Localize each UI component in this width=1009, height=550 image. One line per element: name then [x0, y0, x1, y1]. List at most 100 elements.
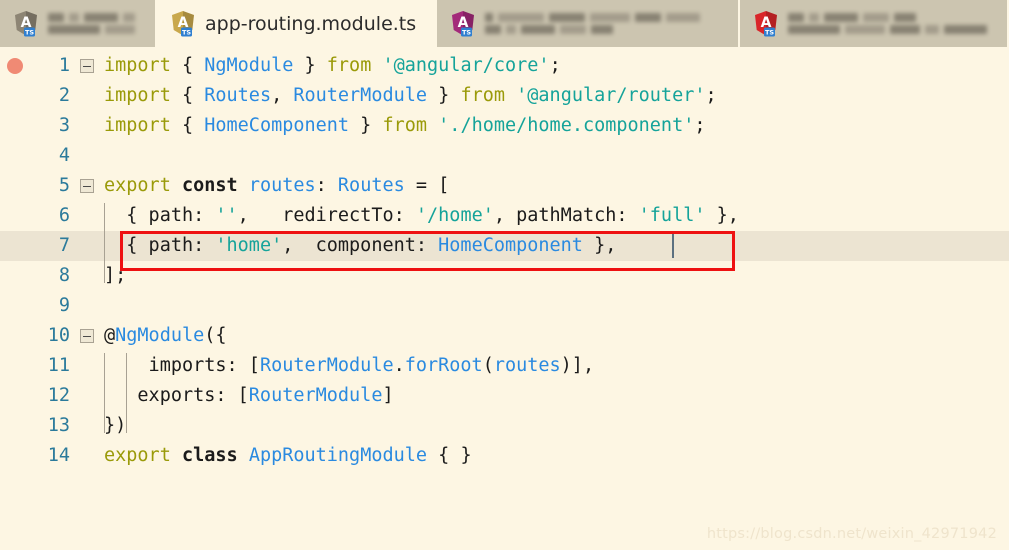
token-plain: { [181, 85, 205, 106]
code-line[interactable]: 10 @NgModule({ [0, 321, 1009, 351]
token-plain: { } [427, 445, 472, 466]
code-line[interactable]: 6 { path: '', redirectTo: '/home', pathM… [0, 201, 1009, 231]
token-kwb: const [181, 175, 238, 196]
token-plain: { path: [104, 205, 216, 226]
code-text: exports: [RouterModule] [104, 381, 394, 411]
blurred-tab-label [788, 13, 987, 34]
code-text: ]; [104, 261, 126, 291]
svg-text:TS: TS [765, 28, 774, 36]
token-var: routes [493, 355, 561, 376]
token-plain: ] [382, 385, 394, 406]
line-number: 9 [58, 295, 70, 316]
token-str: '@angular/core' [382, 55, 550, 76]
code-line[interactable]: 9 [0, 291, 1009, 321]
token-cls: RouterModule [293, 85, 428, 106]
token-plain: ( [482, 355, 494, 376]
code-text: imports: [RouterModule.forRoot(routes)], [104, 351, 595, 381]
token-str: '@angular/router' [516, 85, 706, 106]
tab-label: app-routing.module.ts [205, 12, 417, 35]
token-kw: export [104, 445, 182, 466]
code-text: export const routes: Routes = [ [104, 171, 449, 201]
token-var: routes [248, 175, 316, 196]
line-number: 8 [58, 265, 70, 286]
token-kw: import [104, 85, 182, 106]
line-number: 3 [58, 115, 70, 136]
token-str: './home/home.component' [438, 115, 695, 136]
blurred-tab-label [48, 13, 135, 34]
token-plain: ]; [104, 265, 127, 286]
token-plain: }) [104, 415, 127, 436]
line-number: 7 [58, 235, 70, 256]
token-str: '/home' [415, 205, 494, 226]
tab-app-routing-module-ts[interactable]: ATSapp-routing.module.ts✖ [157, 0, 455, 47]
token-plain: , redirectTo: [237, 205, 416, 226]
tab-blurred-0[interactable]: A TS [0, 0, 157, 47]
token-cls: Routes [337, 175, 405, 196]
code-line[interactable]: 1 import { NgModule } from '@angular/core… [0, 51, 1009, 81]
line-number: 5 [58, 175, 70, 196]
token-kw: from [382, 115, 428, 136]
code-text: }) [104, 411, 126, 441]
fold-collapse-icon[interactable] [80, 329, 94, 343]
token-plain: }, [705, 205, 739, 226]
token-plain: : [315, 175, 338, 196]
code-text: import { HomeComponent } from './home/ho… [104, 111, 706, 141]
code-line[interactable]: 3 import { HomeComponent } from './home/h… [0, 111, 1009, 141]
fold-collapse-icon[interactable] [80, 179, 94, 193]
line-number: 13 [47, 415, 70, 436]
code-line[interactable]: 13}) [0, 411, 1009, 441]
code-text: @NgModule({ [104, 321, 227, 351]
code-content[interactable]: 1 import { NgModule } from '@angular/core… [0, 47, 1009, 550]
code-line[interactable]: 11 imports: [RouterModule.forRoot(routes… [0, 351, 1009, 381]
token-plain: } [349, 115, 383, 136]
token-plain: ; [694, 115, 706, 136]
code-text: import { NgModule } from '@angular/core'… [104, 51, 561, 81]
line-number: 12 [47, 385, 70, 406]
token-cls: Routes [204, 85, 272, 106]
token-kw: import [104, 55, 182, 76]
token-plain: }, [582, 235, 617, 256]
code-line[interactable]: 7 { path: 'home', component: HomeCompone… [0, 231, 1009, 261]
token-kwb: class [181, 445, 238, 466]
token-plain: ; [549, 55, 561, 76]
svg-text:TS: TS [182, 28, 191, 36]
token-plain: ({ [204, 325, 227, 346]
code-editor[interactable]: 1 import { NgModule } from '@angular/core… [0, 47, 1009, 550]
fold-collapse-icon[interactable] [80, 59, 94, 73]
code-line[interactable]: 14 export class AppRoutingModule { } [0, 441, 1009, 471]
svg-text:TS: TS [462, 28, 471, 36]
token-plain: } [427, 85, 461, 106]
angular-ts-icon: ATS [172, 10, 194, 36]
blurred-tab-label [485, 13, 700, 34]
ide-window: ATSATSapp-routing.module.ts✖ATSATS 1impo… [0, 0, 1009, 550]
code-line[interactable]: 12 exports: [RouterModule] [0, 381, 1009, 411]
token-plain: @ [104, 325, 116, 346]
token-fn: forRoot [404, 355, 483, 376]
tab-blurred-3[interactable]: A TS [740, 0, 1009, 47]
code-line[interactable]: 2 import { Routes, RouterModule } from '@… [0, 81, 1009, 111]
token-plain: imports: [ [104, 355, 260, 376]
token-plain: { [181, 115, 205, 136]
token-str: 'home' [215, 235, 283, 256]
code-text: import { Routes, RouterModule } from '@a… [104, 81, 717, 111]
text-caret [672, 234, 674, 258]
token-cls: NgModule [115, 325, 205, 346]
line-number: 6 [58, 205, 70, 226]
token-plain: )], [560, 355, 595, 376]
code-text: { path: 'home', component: HomeComponent… [104, 231, 616, 261]
token-plain: , [271, 85, 294, 106]
code-line[interactable]: 4 [0, 141, 1009, 171]
code-line[interactable]: 8]; [0, 261, 1009, 291]
line-number: 14 [47, 445, 70, 466]
tab-blurred-2[interactable]: A TS [437, 0, 740, 47]
token-cls: HomeComponent [438, 235, 583, 256]
token-kw: import [104, 115, 182, 136]
line-number: 4 [58, 145, 70, 166]
code-line[interactable]: 5 export const routes: Routes = [ [0, 171, 1009, 201]
code-text: export class AppRoutingModule { } [104, 441, 472, 471]
token-cls: RouterModule [248, 385, 383, 406]
token-plain: } [293, 55, 327, 76]
